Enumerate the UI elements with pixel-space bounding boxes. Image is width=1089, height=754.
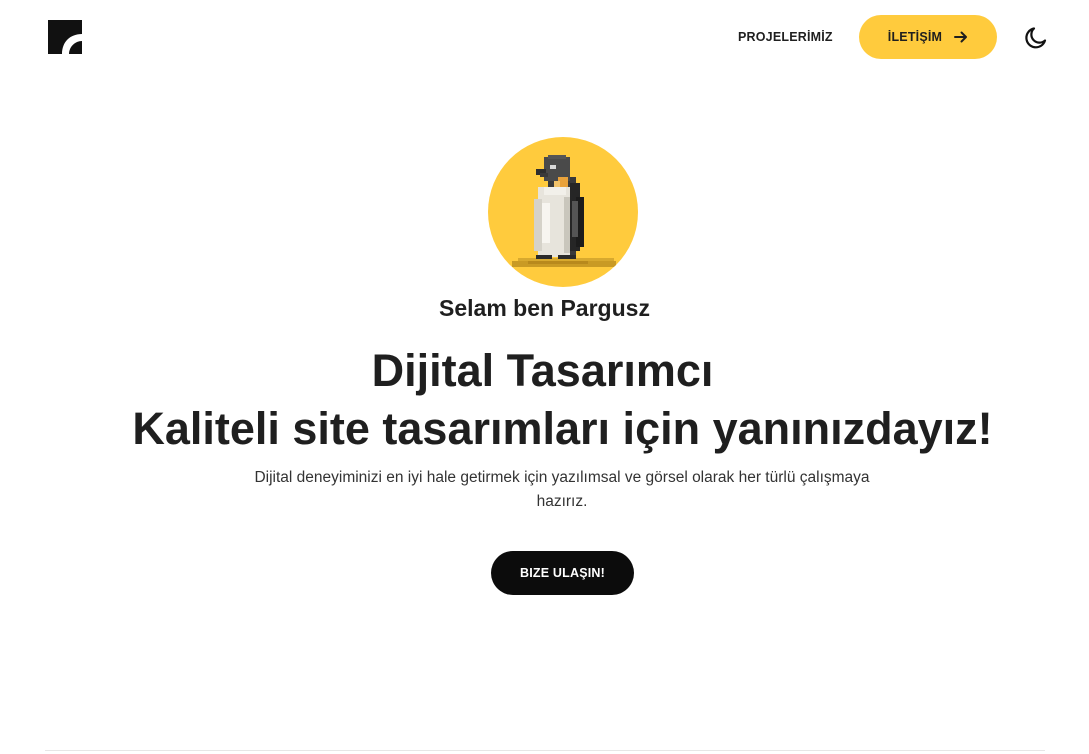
greeting-text: Selam ben Pargusz: [439, 295, 650, 321]
nav-link-projects[interactable]: PROJELERİMİZ: [738, 29, 833, 45]
avatar: [488, 137, 638, 287]
theme-toggle-button[interactable]: [1022, 24, 1050, 52]
contact-us-button[interactable]: BIZE ULAŞIN!: [491, 551, 634, 595]
brand-logo-icon[interactable]: [48, 20, 82, 54]
brand-logo-icon: [48, 20, 82, 54]
arrow-right-icon: [954, 31, 968, 43]
hero-title-line-1: Dijital Tasarımcı: [371, 345, 714, 396]
pixel-penguin-avatar: [512, 155, 616, 267]
section-divider: [45, 750, 1045, 751]
hero-title-line-2: Kaliteli site tasarımları için yanınızda…: [132, 403, 993, 454]
contact-button-label: İLETİŞİM: [887, 30, 943, 44]
site-header: PROJELERİMİZ İLETİŞİM: [0, 0, 1089, 75]
moon-icon: [1025, 27, 1047, 49]
contact-button[interactable]: İLETİŞİM: [859, 15, 997, 59]
hero-description: Dijital deneyiminizi en iyi hale getirme…: [254, 469, 870, 510]
